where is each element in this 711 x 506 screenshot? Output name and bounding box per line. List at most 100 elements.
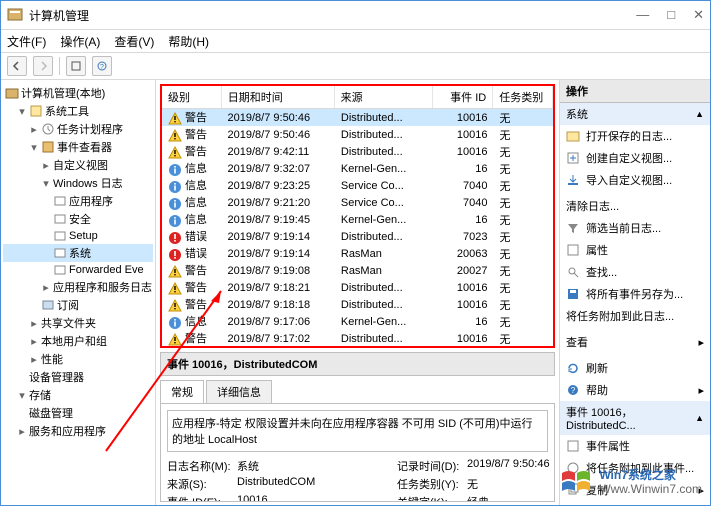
action-find[interactable]: 查找... (560, 261, 710, 283)
tree-appsvc[interactable]: ▸应用程序和服务日志 (3, 278, 153, 296)
action-clear-log[interactable]: 清除日志... (560, 195, 710, 217)
action-attach-task[interactable]: 将任务附加到此日志... (560, 305, 710, 327)
error-icon (168, 248, 182, 262)
app-window: 计算机管理 ― □ ✕ 文件(F) 操作(A) 查看(V) 帮助(H) ? 计算… (0, 0, 711, 506)
menu-view[interactable]: 查看(V) (114, 33, 154, 50)
event-row[interactable]: 信息2019/8/7 9:23:25Service Co...7040无 (162, 177, 553, 194)
tree-forwarded[interactable]: Forwarded Eve (3, 262, 153, 278)
col-category[interactable]: 任务类别 (493, 86, 553, 108)
event-row[interactable]: 信息2019/8/7 9:17:06Kernel-Gen...16无 (162, 313, 553, 330)
action-import-custom[interactable]: 导入自定义视图... (560, 169, 710, 191)
action-event-props[interactable]: 事件属性 (560, 435, 710, 457)
action-refresh[interactable]: 刷新 (560, 357, 710, 379)
svg-text:?: ? (571, 386, 576, 395)
action-filter-log[interactable]: 筛选当前日志... (560, 217, 710, 239)
watermark: Win7系统之家 Www.Winwin7.com (559, 465, 702, 499)
col-level[interactable]: 级别 (162, 86, 222, 108)
forward-button[interactable] (33, 56, 53, 76)
action-help[interactable]: ?帮助▸ (560, 379, 710, 401)
action-create-custom[interactable]: 创建自定义视图... (560, 147, 710, 169)
event-row[interactable]: 警告2019/8/7 9:18:21Distributed...10016无 (162, 279, 553, 296)
menu-action[interactable]: 操作(A) (60, 33, 100, 50)
warn-icon (168, 282, 182, 296)
event-row[interactable]: 错误2019/8/7 9:19:14Distributed...7023无 (162, 228, 553, 245)
tree-shared[interactable]: ▸共享文件夹 (3, 314, 153, 332)
collapse-icon: ▲ (695, 109, 704, 119)
menu-file[interactable]: 文件(F) (7, 33, 46, 50)
value-keywords: 经典 (467, 494, 555, 502)
tree-perf[interactable]: ▸性能 (3, 350, 153, 368)
info-icon (168, 180, 182, 194)
toolbar-separator (59, 57, 60, 75)
action-open-saved[interactable]: 打开保存的日志... (560, 125, 710, 147)
tree-app[interactable]: 应用程序 (3, 192, 153, 210)
info-icon (168, 316, 182, 330)
label-logged: 记录时间(D): (397, 458, 467, 474)
warn-icon (168, 299, 182, 313)
label-category: 任务类别(Y): (397, 476, 467, 492)
tree-tasksched[interactable]: ▸任务计划程序 (3, 120, 153, 138)
action-save-selected[interactable]: 保存选择的事件... (560, 501, 710, 506)
warn-icon (168, 265, 182, 279)
tree-eventviewer[interactable]: ▾事件查看器 (3, 138, 153, 156)
event-row[interactable]: 错误2019/8/7 9:19:14RasMan20063无 (162, 245, 553, 262)
watermark-line1: Win7系统之家 (599, 468, 702, 482)
event-row[interactable]: 警告2019/8/7 9:19:08RasMan20027无 (162, 262, 553, 279)
actions-section-system[interactable]: 系统▲ (560, 103, 710, 125)
value-logname: 系统 (237, 458, 387, 474)
event-row[interactable]: 信息2019/8/7 9:21:20Service Co...7040无 (162, 194, 553, 211)
tree-systools[interactable]: ▾系统工具 (3, 102, 153, 120)
col-source[interactable]: 来源 (335, 86, 434, 108)
tree-setup[interactable]: Setup (3, 228, 153, 244)
collapse-icon: ▲ (695, 413, 704, 423)
warn-icon (168, 129, 182, 143)
event-list[interactable]: 级别 日期和时间 来源 事件 ID 任务类别 警告2019/8/7 9:50:4… (160, 84, 555, 348)
tree-devmgr[interactable]: 设备管理器 (3, 368, 153, 386)
tree-localusers[interactable]: ▸本地用户和组 (3, 332, 153, 350)
tab-general[interactable]: 常规 (160, 380, 204, 403)
tree-system[interactable]: 系统 (3, 244, 153, 262)
event-row[interactable]: 警告2019/8/7 9:42:11Distributed...10016无 (162, 143, 553, 160)
event-row[interactable]: 警告2019/8/7 9:18:18Distributed...10016无 (162, 296, 553, 313)
tab-details[interactable]: 详细信息 (206, 380, 272, 403)
col-datetime[interactable]: 日期和时间 (222, 86, 335, 108)
help-button[interactable]: ? (92, 56, 112, 76)
window-title: 计算机管理 (29, 7, 636, 24)
close-button[interactable]: ✕ (693, 7, 704, 23)
minimize-button[interactable]: ― (636, 7, 649, 23)
refresh-button[interactable] (66, 56, 86, 76)
tree-storage[interactable]: ▾存储 (3, 386, 153, 404)
tree-subs[interactable]: 订阅 (3, 296, 153, 314)
event-row[interactable]: 警告2019/8/7 9:17:02Distributed...10016无 (162, 330, 553, 347)
titlebar: 计算机管理 ― □ ✕ (1, 1, 710, 30)
action-properties[interactable]: 属性 (560, 239, 710, 261)
nav-tree[interactable]: 计算机管理(本地) ▾系统工具 ▸任务计划程序 ▾事件查看器 ▸自定义视图 ▾W… (1, 80, 156, 506)
col-eventid[interactable]: 事件 ID (433, 86, 493, 108)
action-save-all[interactable]: 将所有事件另存为... (560, 283, 710, 305)
event-row[interactable]: 警告2019/8/7 9:50:46Distributed...10016无 (162, 109, 553, 126)
back-button[interactable] (7, 56, 27, 76)
label-eventid: 事件 ID(E): (167, 494, 237, 502)
event-row[interactable]: 信息2019/8/7 9:32:07Kernel-Gen...16无 (162, 160, 553, 177)
tree-winlogs[interactable]: ▾Windows 日志 (3, 174, 153, 192)
event-list-header[interactable]: 级别 日期和时间 来源 事件 ID 任务类别 (162, 86, 553, 109)
tree-diskmgr[interactable]: 磁盘管理 (3, 404, 153, 422)
value-source: DistributedCOM (237, 476, 387, 492)
error-icon (168, 231, 182, 245)
tree-services[interactable]: ▸服务和应用程序 (3, 422, 153, 440)
action-view[interactable]: 查看▸ (560, 331, 710, 353)
actions-section-event[interactable]: 事件 10016，DistributedC...▲ (560, 401, 710, 435)
label-source: 来源(S): (167, 476, 237, 492)
value-category: 无 (467, 476, 555, 492)
event-row[interactable]: 信息2019/8/7 9:19:45Kernel-Gen...16无 (162, 211, 553, 228)
maximize-button[interactable]: □ (667, 7, 675, 23)
tree-security[interactable]: 安全 (3, 210, 153, 228)
app-icon (7, 7, 23, 23)
event-row[interactable]: 警告2019/8/7 9:16:46Distributed...10016无 (162, 347, 553, 348)
menu-help[interactable]: 帮助(H) (168, 33, 209, 50)
warn-icon (168, 112, 182, 126)
event-row[interactable]: 警告2019/8/7 9:50:46Distributed...10016无 (162, 126, 553, 143)
tree-root[interactable]: 计算机管理(本地) (3, 84, 153, 102)
tree-customviews[interactable]: ▸自定义视图 (3, 156, 153, 174)
info-icon (168, 197, 182, 211)
